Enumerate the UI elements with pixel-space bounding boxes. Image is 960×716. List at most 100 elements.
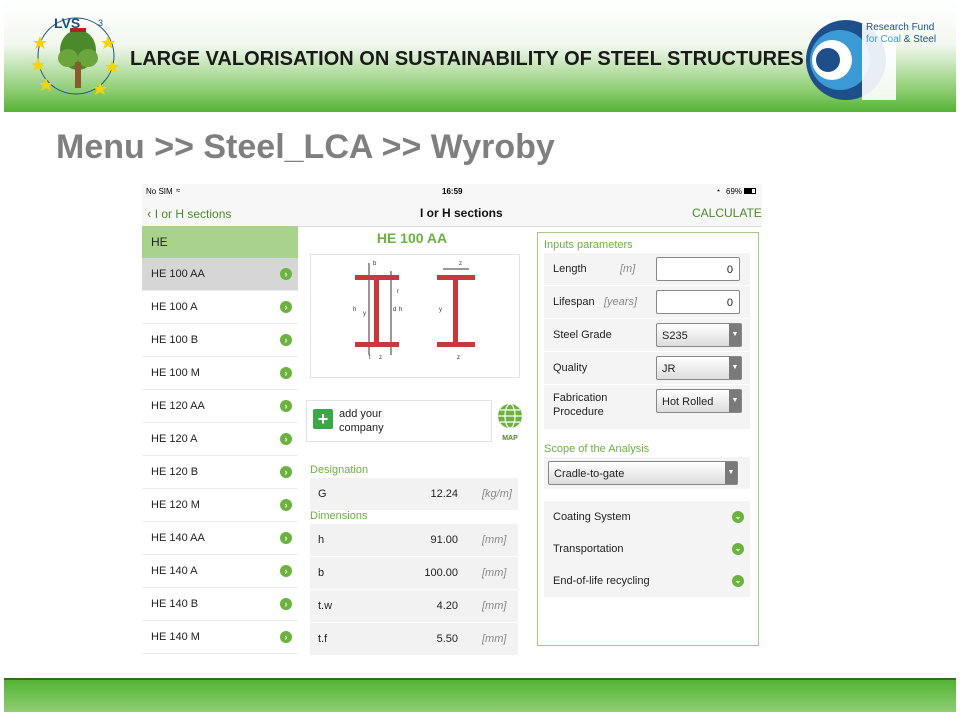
- list-item[interactable]: HE 100 AA ›: [142, 258, 298, 291]
- property-row: t.w 4.20 [mm]: [310, 590, 518, 623]
- svg-text:h: h: [399, 307, 402, 313]
- back-button[interactable]: ‹ I or H sections: [147, 206, 231, 221]
- property-value: 91.00: [430, 534, 458, 546]
- svg-text:d: d: [393, 307, 396, 313]
- scope-value: Cradle-to-gate: [554, 468, 625, 480]
- list-item[interactable]: HE 120 A ›: [142, 423, 298, 456]
- chevron-right-icon: ›: [280, 565, 292, 577]
- list-item-label: HE 120 B: [151, 466, 199, 478]
- quality-row: Quality JR ▼: [544, 352, 750, 385]
- property-row: h 91.00 [mm]: [310, 524, 518, 557]
- svg-text:y: y: [439, 307, 442, 313]
- dimensions-label: Dimensions: [310, 510, 368, 522]
- status-bar: No SIM ≈ 16:59 ⋆ 69%: [142, 184, 762, 200]
- property-symbol: t.f: [318, 633, 328, 645]
- list-header: HE: [142, 226, 298, 258]
- list-item[interactable]: HE 120 AA ›: [142, 390, 298, 423]
- list-item-label: HE 140 B: [151, 598, 199, 610]
- list-item-label: HE 120 M: [151, 499, 200, 511]
- lvs-logo-text: LVS: [54, 15, 80, 31]
- battery-icon: [744, 188, 756, 194]
- back-button-label: I or H sections: [154, 207, 232, 221]
- list-item[interactable]: HE 140 AA ›: [142, 522, 298, 555]
- section-detail: HE 100 AA b r h d h y y z z t z + add yo…: [302, 226, 524, 656]
- map-button[interactable]: MAP: [496, 402, 524, 442]
- calculate-button[interactable]: CALCULATE: [692, 206, 762, 220]
- list-item[interactable]: HE 120 B ›: [142, 456, 298, 489]
- property-value: 100.00: [424, 567, 458, 579]
- battery-percent: 69%: [726, 187, 743, 196]
- scope-select[interactable]: Cradle-to-gate ▼: [548, 461, 738, 485]
- page-title: Menu >> Steel_LCA >> Wyroby: [56, 128, 555, 166]
- chevron-down-icon: ⌄: [732, 575, 744, 587]
- list-item[interactable]: HE 100 M ›: [142, 357, 298, 390]
- list-item-label: HE 100 M: [151, 367, 200, 379]
- scope-row: Cradle-to-gate ▼: [544, 457, 750, 490]
- length-label: Length: [553, 263, 587, 275]
- i-section-diagram-icon: b r h d h y y z z t z: [310, 254, 520, 378]
- property-row: G 12.24 [kg/m]: [310, 478, 518, 511]
- lifespan-input[interactable]: 0: [656, 290, 740, 314]
- coating-system-row[interactable]: Coating System ⌄: [544, 501, 750, 534]
- end-of-life-label: End-of-life recycling: [553, 575, 650, 587]
- dropdown-arrow-icon: ▼: [725, 462, 737, 484]
- chevron-right-icon: ›: [280, 268, 292, 280]
- list-item[interactable]: HE 140 M ›: [142, 621, 298, 654]
- chevron-right-icon: ›: [280, 367, 292, 379]
- inputs-panel: Inputs parameters Length [m] 0 Lifespan …: [537, 232, 759, 646]
- fabrication-select[interactable]: Hot Rolled ▼: [656, 389, 742, 413]
- section-name: HE 100 AA: [376, 230, 448, 246]
- add-company-button[interactable]: + add your company: [306, 400, 492, 442]
- plus-icon: +: [313, 409, 333, 429]
- research-fund-line2-b: & Steel: [903, 34, 937, 45]
- list-item-label: HE 120 A: [151, 433, 198, 445]
- add-company-text: add your company: [339, 407, 384, 435]
- property-symbol: h: [318, 534, 325, 546]
- fabrication-label: Fabrication Procedure: [553, 391, 607, 419]
- list-item-label: HE 100 A: [151, 301, 198, 313]
- quality-select[interactable]: JR ▼: [656, 356, 742, 380]
- property-unit: [mm]: [482, 567, 507, 579]
- research-fund-line2: for Coal & Steel: [866, 34, 936, 46]
- list-item[interactable]: HE 100 A ›: [142, 291, 298, 324]
- list-item[interactable]: HE 100 B ›: [142, 324, 298, 357]
- fabrication-row: Fabrication Procedure Hot Rolled ▼: [544, 385, 750, 430]
- list-item[interactable]: HE 140 A ›: [142, 555, 298, 588]
- chevron-right-icon: ›: [280, 433, 292, 445]
- bluetooth-icon: ⋆: [716, 186, 722, 195]
- svg-text:z: z: [379, 355, 382, 361]
- banner-title: LARGE VALORISATION ON SUSTAINABILITY OF …: [130, 48, 804, 70]
- footer-bar: [4, 680, 956, 712]
- quality-label: Quality: [553, 362, 588, 374]
- section-list: HE HE 100 AA › HE 100 A › HE 100 B › HE 100…: [142, 226, 298, 654]
- property-symbol: b: [318, 567, 325, 579]
- end-of-life-row[interactable]: End-of-life recycling ⌄: [544, 565, 750, 598]
- list-item[interactable]: HE 120 M ›: [142, 489, 298, 522]
- length-unit: [m]: [620, 263, 636, 275]
- chevron-right-icon: ›: [280, 400, 292, 412]
- steel-grade-select[interactable]: S235 ▼: [656, 323, 742, 347]
- list-item-label: HE 140 AA: [151, 532, 205, 544]
- chevron-right-icon: ›: [280, 499, 292, 511]
- steel-grade-row: Steel Grade S235 ▼: [544, 319, 750, 352]
- lvs-logo-superscript: 3: [98, 18, 103, 28]
- list-item-label: HE 100 AA: [151, 268, 205, 280]
- property-value: 4.20: [436, 600, 458, 612]
- nav-title: I or H sections: [420, 206, 503, 220]
- inputs-title: Inputs parameters: [544, 239, 633, 251]
- property-value: 5.50: [436, 633, 458, 645]
- dropdown-arrow-icon: ▼: [729, 390, 741, 412]
- chevron-down-icon: ⌄: [732, 543, 744, 555]
- property-row: b 100.00 [mm]: [310, 557, 518, 590]
- steel-grade-value: S235: [662, 330, 688, 342]
- property-unit: [mm]: [482, 633, 507, 645]
- transportation-row[interactable]: Transportation ⌄: [544, 533, 750, 566]
- steel-grade-label: Steel Grade: [553, 329, 612, 341]
- add-company-line2: company: [339, 422, 384, 434]
- length-input[interactable]: 0: [656, 257, 740, 281]
- map-label: MAP: [502, 435, 518, 442]
- add-company-line1: add your: [339, 408, 382, 420]
- chevron-down-icon: ⌄: [732, 511, 744, 523]
- list-item[interactable]: HE 140 B ›: [142, 588, 298, 621]
- svg-text:y: y: [363, 311, 366, 317]
